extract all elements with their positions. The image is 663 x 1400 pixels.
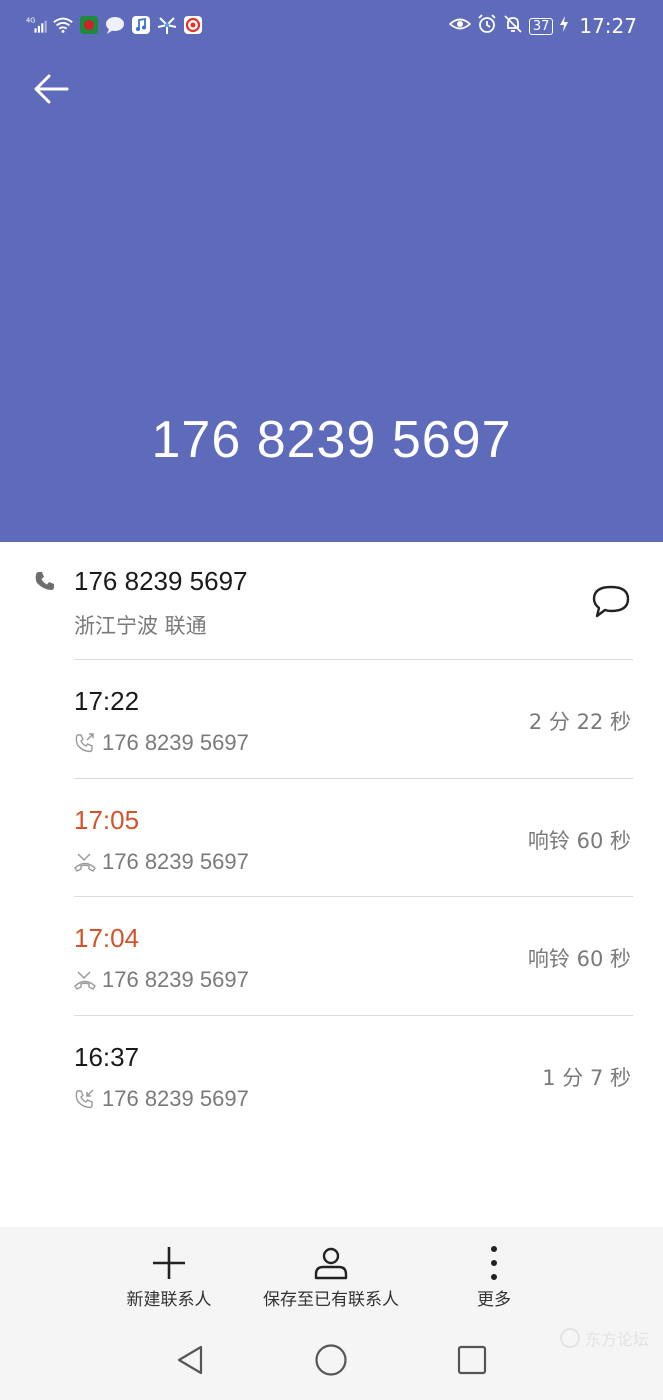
eye-comfort-icon [448,15,472,37]
charging-icon [559,15,569,37]
more-button[interactable]: 更多 [464,1227,524,1310]
nav-recents-button[interactable] [452,1340,492,1380]
call-log-row[interactable]: 17:22 176 8239 5697 2 分 22 秒 [0,660,663,778]
call-duration: 响铃 60 秒 [527,947,631,971]
weibo-app-icon [182,14,204,36]
arrow-left-icon [34,74,69,104]
save-to-existing-contact-button[interactable]: 保存至已有联系人 [256,1227,406,1310]
call-number: 176 8239 5697 [102,849,249,874]
circle-home-icon [315,1344,347,1376]
triangle-back-icon [177,1345,203,1375]
call-time: 17:05 [74,805,140,835]
header-phone-number: 176 8239 5697 [151,411,512,469]
call-number: 176 8239 5697 [102,730,249,755]
contact-location: 浙江宁波 联通 [74,614,207,638]
status-bar: 4G 37 17:27 [0,0,663,56]
call-log-row[interactable]: 16:37 176 8239 5697 1 分 7 秒 [0,1016,663,1134]
missed-call-icon [74,971,96,990]
network-type: 4G [26,16,36,24]
message-bubble-icon [592,585,630,618]
new-contact-button[interactable]: 新建联系人 [116,1227,222,1310]
more-vertical-icon [474,1243,514,1283]
watermark-text: 东方论坛 [584,1330,649,1349]
bottom-action-bar: 新建联系人 保存至已有联系人 更多 [0,1227,663,1320]
status-right-icons: 37 17:27 [448,14,637,38]
call-detail: 176 8239 5697 [74,1086,249,1112]
call-time: 17:04 [74,923,140,953]
call-number: 176 8239 5697 [102,967,249,992]
nav-back-button[interactable] [170,1340,210,1380]
windmill-app-icon [156,14,178,36]
call-log-row[interactable]: 17:04 176 8239 5697 响铃 60 秒 [0,897,663,1015]
watermark: 东方论坛 [559,1326,649,1350]
status-time: 17:27 [579,14,637,38]
watermark-logo-icon [559,1328,580,1348]
wifi-icon [52,14,74,36]
outgoing-call-icon [75,733,94,753]
call-detail: 176 8239 5697 [74,967,249,993]
person-icon [311,1243,351,1283]
call-duration: 1 分 7 秒 [542,1066,631,1090]
send-message-button[interactable] [591,582,631,622]
status-left-icons: 4G [26,14,204,36]
call-detail: 176 8239 5697 [74,730,249,756]
call-detail-screen: 4G 37 17:27 176 8239 5697 176 8239 5697 … [0,0,663,1400]
incoming-call-icon [75,1089,94,1109]
contact-number[interactable]: 176 8239 5697 [74,566,248,597]
save-to-existing-label: 保存至已有联系人 [263,1290,399,1310]
back-button[interactable] [26,66,76,112]
battery-indicator: 37 [528,17,554,35]
app-notification-green-icon [78,14,100,36]
nav-home-button[interactable] [311,1340,351,1380]
call-number: 176 8239 5697 [102,1086,249,1111]
alarm-icon [477,14,497,38]
missed-call-icon [74,853,96,872]
new-contact-label: 新建联系人 [126,1290,212,1310]
music-app-icon [130,14,152,36]
chat-bubble-icon [104,14,126,36]
contact-info: 176 8239 5697 浙江宁波 联通 [0,542,663,660]
call-time: 16:37 [74,1042,140,1072]
call-duration: 响铃 60 秒 [527,829,631,853]
mute-bell-icon [503,14,523,38]
call-detail: 176 8239 5697 [74,849,249,875]
signal-icon: 4G [26,14,48,36]
square-recents-icon [457,1345,487,1375]
plus-icon [149,1243,189,1283]
call-duration: 2 分 22 秒 [528,710,631,734]
call-log-row[interactable]: 17:05 176 8239 5697 响铃 60 秒 [0,779,663,897]
more-label: 更多 [477,1290,511,1310]
header: 4G 37 17:27 176 8239 5697 [0,0,663,542]
phone-icon [34,570,56,596]
call-time: 17:22 [74,686,140,716]
